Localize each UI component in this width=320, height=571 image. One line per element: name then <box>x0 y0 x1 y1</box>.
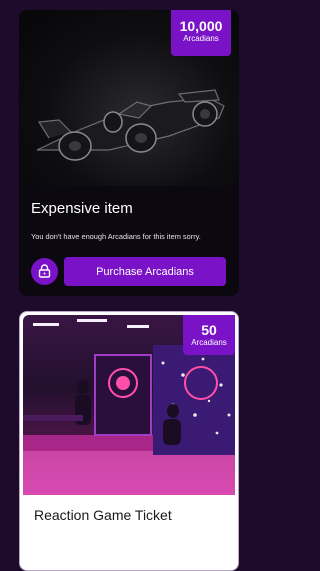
shop-item-card-expensive[interactable]: 10,000 Arcadians Expensive item You don'… <box>19 10 239 296</box>
lock-icon <box>38 264 51 278</box>
purchase-arcadians-button[interactable]: Purchase Arcadians <box>64 257 226 286</box>
price-tag: 10,000 Arcadians <box>171 10 231 56</box>
item-title: Reaction Game Ticket <box>34 507 172 523</box>
insufficient-funds-message: You don't have enough Arcadians for this… <box>31 232 201 241</box>
price-currency: Arcadians <box>183 34 219 43</box>
price-amount: 10,000 <box>179 18 223 34</box>
price-tag: 50 Arcadians <box>183 315 235 355</box>
price-currency: Arcadians <box>191 338 227 347</box>
shop-item-card-reaction-game[interactable]: 50 Arcadians Reaction Game Ticket <box>19 311 239 571</box>
price-amount: 50 <box>201 322 217 338</box>
lock-button[interactable] <box>31 258 58 285</box>
item-title: Expensive item <box>31 200 133 217</box>
